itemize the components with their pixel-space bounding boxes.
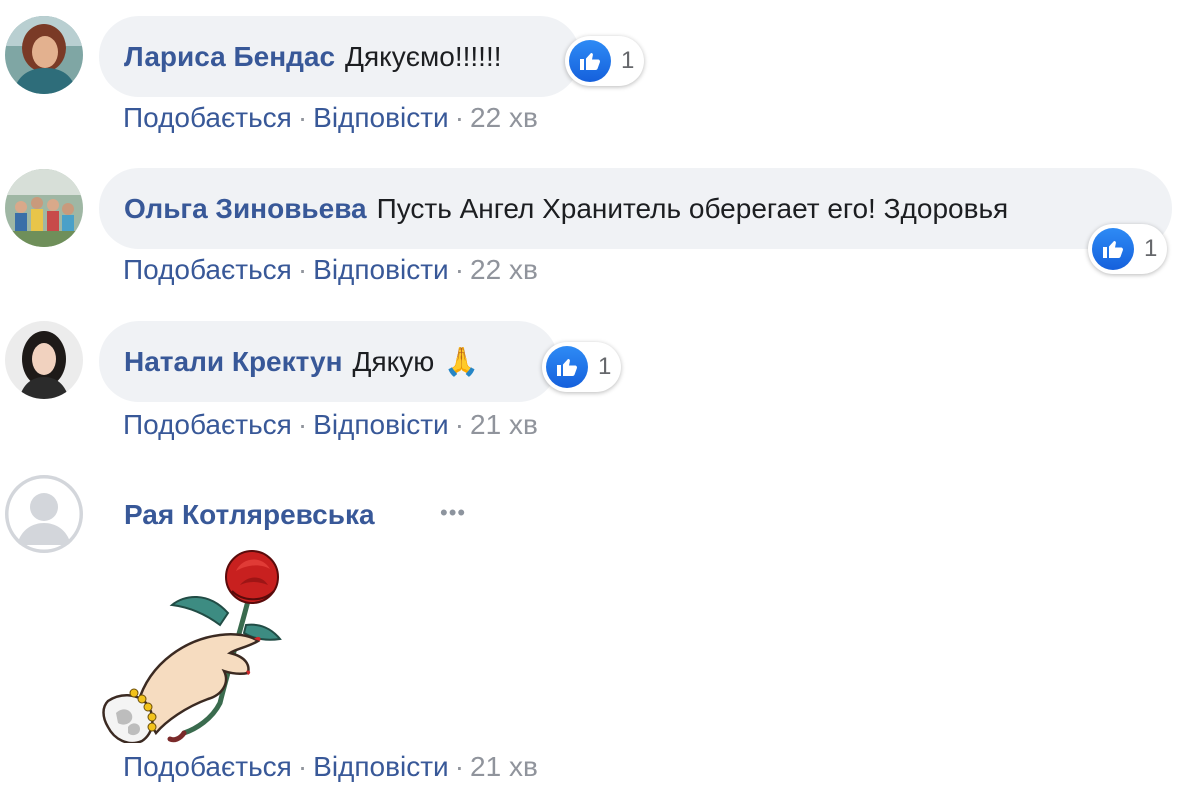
like-link[interactable]: Подобається [123,102,292,133]
reply-link[interactable]: Відповісти [313,409,449,440]
reaction-count[interactable]: 1 [542,342,622,392]
comment-text: Дякуємо!!!!!! [345,40,502,72]
more-options-icon[interactable]: ••• [440,500,466,526]
separator: · [454,751,465,782]
timestamp[interactable]: 21 хв [470,409,538,440]
like-icon [569,40,611,82]
timestamp[interactable]: 21 хв [470,751,538,782]
like-count: 1 [598,353,612,380]
comment-author[interactable]: Лариса Бендас [124,41,335,73]
like-count: 1 [621,47,635,74]
comment-author[interactable]: Рая Котляревська [124,499,375,531]
like-icon [1092,228,1134,270]
like-count: 1 [1144,235,1158,262]
reply-link[interactable]: Відповісти [313,102,449,133]
like-link[interactable]: Подобається [123,409,292,440]
comment-actions: Подобається · Відповісти · 21 хв [123,409,538,441]
separator: · [454,254,465,285]
avatar[interactable] [5,16,83,94]
separator: · [297,254,308,285]
like-link[interactable]: Подобається [123,254,292,285]
praying-hands-icon: 🙏 [444,346,480,377]
like-link[interactable]: Подобається [123,751,292,782]
comment-actions: Подобається · Відповісти · 22 хв [123,102,538,134]
comment-actions: Подобається · Відповісти · 21 хв [123,751,538,783]
comment-author[interactable]: Ольга Зиновьева [124,193,367,225]
reaction-count[interactable]: 1 [565,36,645,86]
separator: · [297,102,308,133]
avatar[interactable] [5,169,83,247]
reply-link[interactable]: Відповісти [313,254,449,285]
separator: · [297,409,308,440]
avatar[interactable] [5,321,83,399]
separator: · [454,102,465,133]
like-icon [546,346,588,388]
reply-link[interactable]: Відповісти [313,751,449,782]
separator: · [297,751,308,782]
rose-sticker[interactable] [100,543,292,745]
default-avatar-icon[interactable] [5,475,83,553]
comment-bubble: Ольга Зиновьева Пусть Ангел Хранитель об… [99,168,1172,249]
separator: · [454,409,465,440]
comment-text: Дякую [352,345,435,377]
comment-actions: Подобається · Відповісти · 22 хв [123,254,538,286]
reaction-count[interactable]: 1 [1088,224,1168,274]
timestamp[interactable]: 22 хв [470,102,538,133]
comment-text: Пусть Ангел Хранитель оберегает его! Здо… [376,192,1009,224]
comment-bubble: Лариса Бендас Дякуємо!!!!!! [99,16,580,97]
comment-author[interactable]: Натали Кректун [124,346,343,378]
timestamp[interactable]: 22 хв [470,254,538,285]
comment-bubble: Натали Кректун Дякую 🙏 [99,321,558,402]
